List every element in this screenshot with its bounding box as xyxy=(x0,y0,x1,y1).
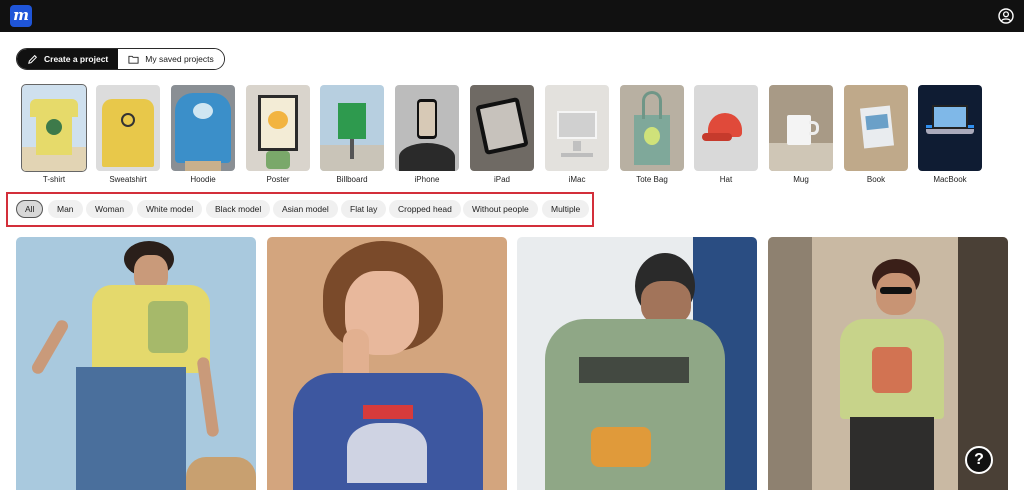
logo[interactable]: m xyxy=(10,5,32,27)
mockup-photo-green-tshirt-back[interactable] xyxy=(517,237,757,490)
top-bar: m xyxy=(0,0,1024,32)
tote-bag-thumbnail xyxy=(620,85,684,171)
category-hat[interactable]: Hat xyxy=(694,85,758,185)
category-mug[interactable]: Mug xyxy=(769,85,833,185)
imac-thumbnail xyxy=(545,85,609,171)
category-imac[interactable]: iMac xyxy=(545,85,609,185)
category-label: Hoodie xyxy=(190,175,216,184)
filter-chip-asian-model[interactable]: Asian model xyxy=(273,200,338,218)
filter-chip-woman[interactable]: Woman xyxy=(86,200,134,218)
category-tshirt[interactable]: T-shirt xyxy=(21,84,87,185)
mockup-photo-blue-tshirt[interactable] xyxy=(267,237,507,490)
mockup-photo-yellow-tshirt[interactable] xyxy=(16,237,256,490)
category-iphone[interactable]: iPhone xyxy=(395,85,459,185)
filter-chip-all[interactable]: All xyxy=(16,200,44,218)
pencil-icon xyxy=(28,54,38,64)
category-macbook[interactable]: MacBook xyxy=(918,85,982,185)
category-label: iMac xyxy=(568,175,586,184)
folder-icon xyxy=(128,55,139,64)
category-sweatshirt[interactable]: Sweatshirt xyxy=(96,85,160,185)
saved-projects-button[interactable]: My saved projects xyxy=(118,49,224,69)
user-account-icon[interactable] xyxy=(998,8,1014,24)
category-ipad[interactable]: iPad xyxy=(470,85,534,185)
create-project-label: Create a project xyxy=(44,54,109,64)
category-label: T-shirt xyxy=(42,175,66,184)
category-hoodie[interactable]: Hoodie xyxy=(171,85,235,185)
hoodie-thumbnail xyxy=(171,85,235,171)
category-label: Sweatshirt xyxy=(109,175,147,184)
create-project-button[interactable]: Create a project xyxy=(17,49,119,69)
category-tote-bag[interactable]: Tote Bag xyxy=(620,85,684,185)
ipad-thumbnail xyxy=(470,85,534,171)
category-label: Hat xyxy=(719,175,733,184)
mug-thumbnail xyxy=(769,85,833,171)
category-label: Mug xyxy=(793,175,809,184)
category-label: Poster xyxy=(266,175,290,184)
category-billboard[interactable]: Billboard xyxy=(320,85,384,185)
filter-chip-black-model[interactable]: Black model xyxy=(206,200,271,218)
category-book[interactable]: Book xyxy=(844,85,908,185)
sweatshirt-thumbnail xyxy=(96,85,160,171)
filter-chip-man[interactable]: Man xyxy=(48,200,83,218)
saved-projects-label: My saved projects xyxy=(145,54,214,64)
tshirt-thumbnail xyxy=(21,84,87,172)
filter-chip-flat-lay[interactable]: Flat lay xyxy=(341,200,387,218)
filter-chip-multiple[interactable]: Multiple xyxy=(542,200,590,218)
filter-chip-without-people[interactable]: Without people xyxy=(463,200,538,218)
book-thumbnail xyxy=(844,85,908,171)
help-button[interactable]: ? xyxy=(965,446,993,474)
billboard-thumbnail xyxy=(320,85,384,171)
project-toggle: Create a project My saved projects xyxy=(16,48,225,70)
category-label: Billboard xyxy=(336,175,368,184)
category-label: iPhone xyxy=(414,175,440,184)
category-label: Tote Bag xyxy=(636,175,668,184)
category-label: Book xyxy=(866,175,886,184)
iphone-thumbnail xyxy=(395,85,459,171)
filter-chip-white-model[interactable]: White model xyxy=(137,200,203,218)
category-poster[interactable]: Poster xyxy=(246,85,310,185)
poster-thumbnail xyxy=(246,85,310,171)
macbook-thumbnail xyxy=(918,85,982,171)
category-label: iPad xyxy=(493,175,510,184)
hat-thumbnail xyxy=(694,85,758,171)
filter-chip-cropped-head[interactable]: Cropped head xyxy=(389,200,461,218)
category-label: MacBook xyxy=(933,175,967,184)
